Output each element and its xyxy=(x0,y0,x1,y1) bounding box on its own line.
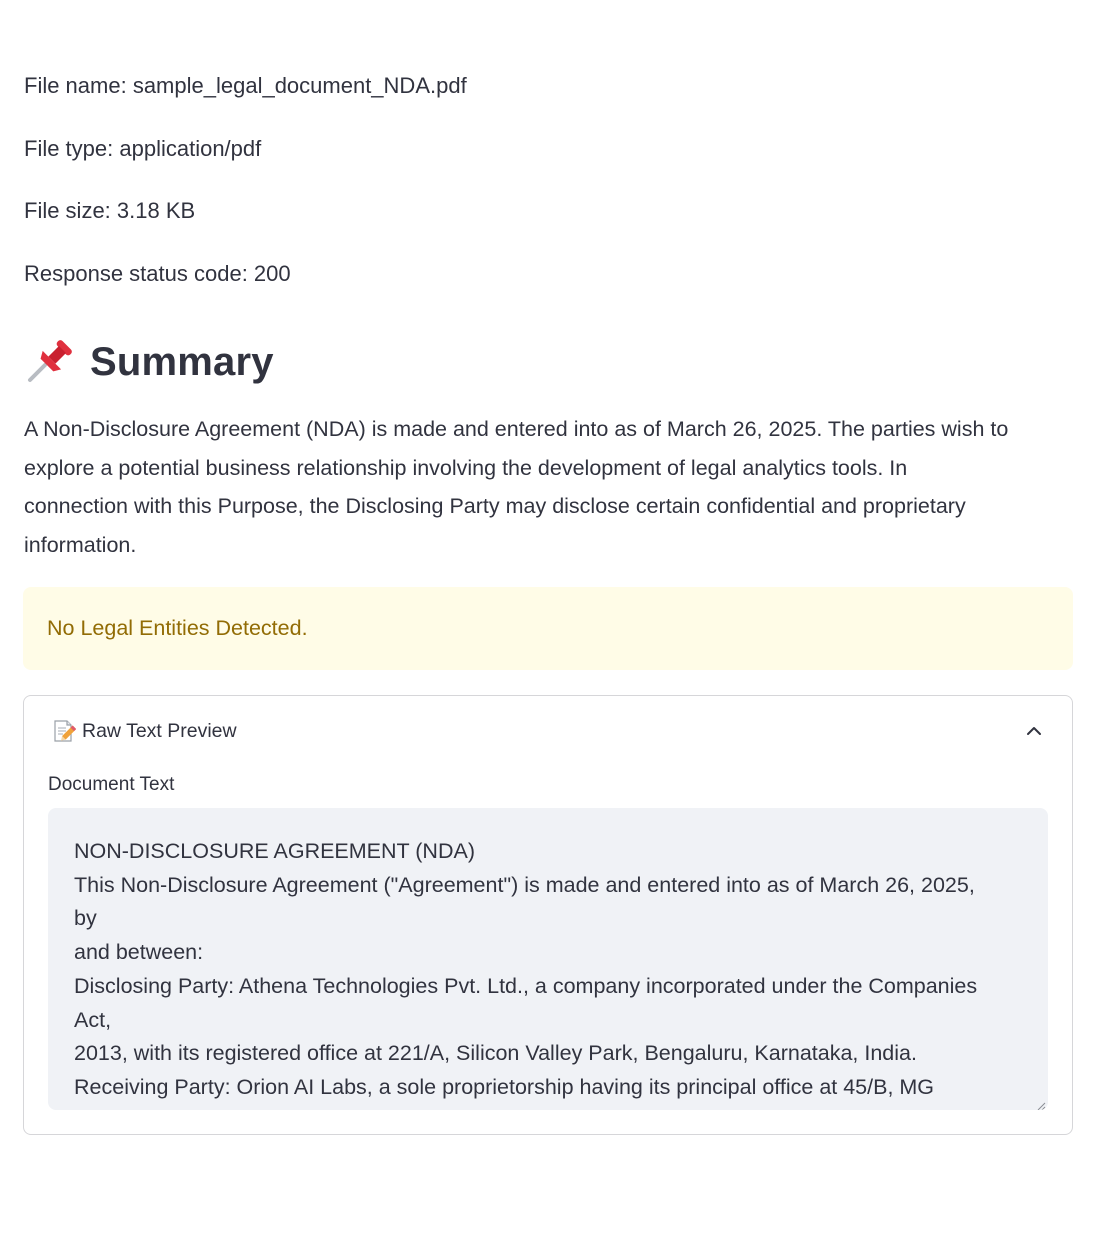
summary-line: connection with this Purpose, the Disclo… xyxy=(24,494,966,519)
summary-heading: Summary xyxy=(24,336,274,388)
chevron-up-icon[interactable] xyxy=(1024,721,1044,741)
raw-text-expander: Raw Text Preview Document Text NON-DISCL… xyxy=(23,695,1073,1135)
resize-handle-icon[interactable] xyxy=(1036,1098,1046,1110)
document-text-line: 2013, with its registered office at 221/… xyxy=(74,1041,917,1066)
app-main: File name: sample_legal_document_NDA.pdf… xyxy=(0,0,1120,1249)
document-text-line: This Non-Disclosure Agreement ("Agreemen… xyxy=(74,872,975,897)
document-text-line: Receiving Party: Orion AI Labs, a sole p… xyxy=(74,1074,935,1099)
document-text-line: and between: xyxy=(74,940,204,965)
summary-paragraph: A Non-Disclosure Agreement (NDA) is made… xyxy=(24,410,1064,565)
summary-line: explore a potential business relationshi… xyxy=(24,455,908,480)
document-text-line: by xyxy=(74,906,97,931)
memo-icon xyxy=(52,719,77,743)
textarea-label: Document Text xyxy=(48,774,175,795)
document-text-line: NON-DISCLOSURE AGREEMENT (NDA) xyxy=(74,839,475,863)
file-name-text: File name: sample_legal_document_NDA.pdf xyxy=(24,73,467,98)
response-status-text: Response status code: 200 xyxy=(24,261,291,286)
expander-label: Raw Text Preview xyxy=(82,720,237,742)
summary-line: A Non-Disclosure Agreement (NDA) is made… xyxy=(24,417,1009,441)
warning-alert: No Legal Entities Detected. xyxy=(23,587,1073,670)
warning-text: No Legal Entities Detected. xyxy=(47,616,308,640)
file-size-text: File size: 3.18 KB xyxy=(24,198,196,223)
summary-line: information. xyxy=(24,533,137,558)
file-type-text: File type: application/pdf xyxy=(24,136,262,161)
document-text-line: Act, xyxy=(74,1007,112,1032)
document-text-area[interactable]: NON-DISCLOSURE AGREEMENT (NDA) This Non-… xyxy=(48,808,1048,1110)
document-text-line: Disclosing Party: Athena Technologies Pv… xyxy=(74,973,978,998)
pushpin-icon xyxy=(24,337,74,387)
summary-title: Summary xyxy=(90,339,274,384)
expander-header[interactable]: Raw Text Preview xyxy=(24,696,1072,768)
